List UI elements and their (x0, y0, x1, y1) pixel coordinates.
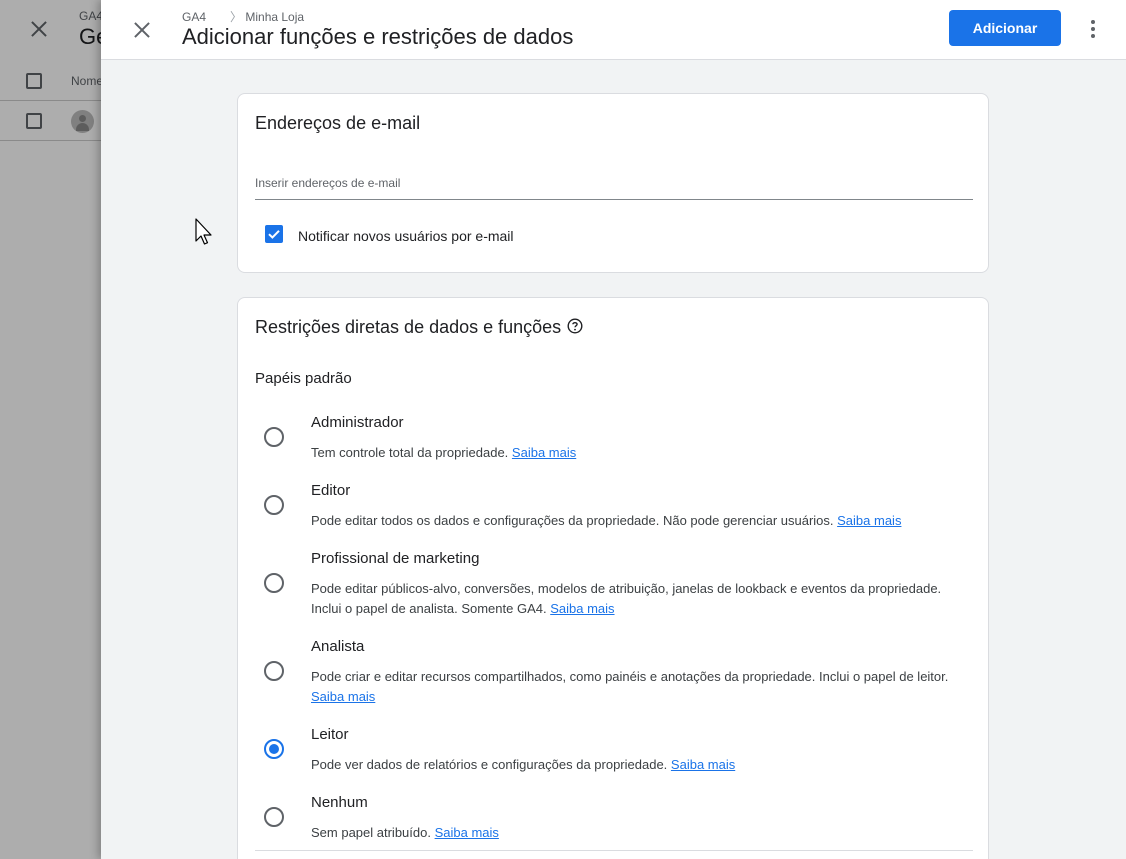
learn-more-link[interactable]: Saiba mais (311, 689, 375, 704)
role-description: Pode editar todos os dados e configuraçõ… (311, 513, 902, 528)
role-name: Profissional de marketing (311, 550, 480, 567)
roles-card-title: Restrições diretas de dados e funções (255, 317, 583, 338)
role-description: Tem controle total da propriedade. Saiba… (311, 445, 577, 460)
role-description: Pode criar e editar recursos compartilha… (311, 669, 949, 704)
role-name: Analista (311, 638, 365, 655)
notify-checkbox[interactable] (265, 225, 283, 243)
help-circle-icon[interactable] (567, 318, 583, 334)
role-name: Editor (311, 482, 351, 499)
close-icon[interactable] (129, 17, 155, 43)
radio-none[interactable] (264, 807, 284, 827)
checkmark-icon (268, 230, 280, 239)
roles-card: Restrições diretas de dados e funções Pa… (237, 297, 989, 859)
learn-more-link[interactable]: Saiba mais (512, 445, 576, 460)
email-input[interactable] (255, 172, 973, 200)
role-name: Administrador (311, 414, 404, 431)
radio-marketer[interactable] (264, 573, 284, 593)
radio-viewer[interactable] (264, 739, 284, 759)
email-card: Endereços de e-mail Notificar novos usuá… (237, 93, 989, 273)
role-name: Nenhum (311, 794, 368, 811)
add-roles-drawer: GA4 〉 Minha Loja Adicionar funções e rest… (101, 0, 1126, 859)
role-description: Sem papel atribuído. Saiba mais (311, 825, 499, 840)
add-button[interactable]: Adicionar (949, 10, 1061, 46)
radio-analyst[interactable] (264, 661, 284, 681)
roles-card-title-text: Restrições diretas de dados e funções (255, 317, 562, 337)
drawer-header: GA4 〉 Minha Loja Adicionar funções e rest… (101, 0, 1126, 60)
learn-more-link[interactable]: Saiba mais (671, 757, 735, 772)
divider (255, 850, 973, 851)
radio-administrator[interactable] (264, 427, 284, 447)
mouse-cursor-icon (195, 218, 212, 245)
notify-label: Notificar novos usuários por e-mail (298, 228, 514, 244)
breadcrumb: GA4 〉 Minha Loja (182, 8, 304, 25)
breadcrumb-separator-icon: 〉 (230, 10, 243, 24)
learn-more-link[interactable]: Saiba mais (435, 825, 499, 840)
role-description: Pode ver dados de relatórios e configura… (311, 757, 736, 772)
learn-more-link[interactable]: Saiba mais (550, 601, 614, 616)
section-label-standard-roles: Papéis padrão (255, 370, 352, 387)
breadcrumb-property: GA4 (182, 10, 207, 24)
role-name: Leitor (311, 726, 349, 743)
learn-more-link[interactable]: Saiba mais (837, 513, 901, 528)
more-vert-icon[interactable] (1083, 16, 1103, 42)
email-card-title: Endereços de e-mail (255, 113, 421, 133)
breadcrumb-account: Minha Loja (245, 10, 305, 24)
role-description: Pode editar públicos-alvo, conversões, m… (311, 581, 942, 616)
radio-editor[interactable] (264, 495, 284, 515)
page-title: Adicionar funções e restrições de dados (182, 24, 574, 49)
